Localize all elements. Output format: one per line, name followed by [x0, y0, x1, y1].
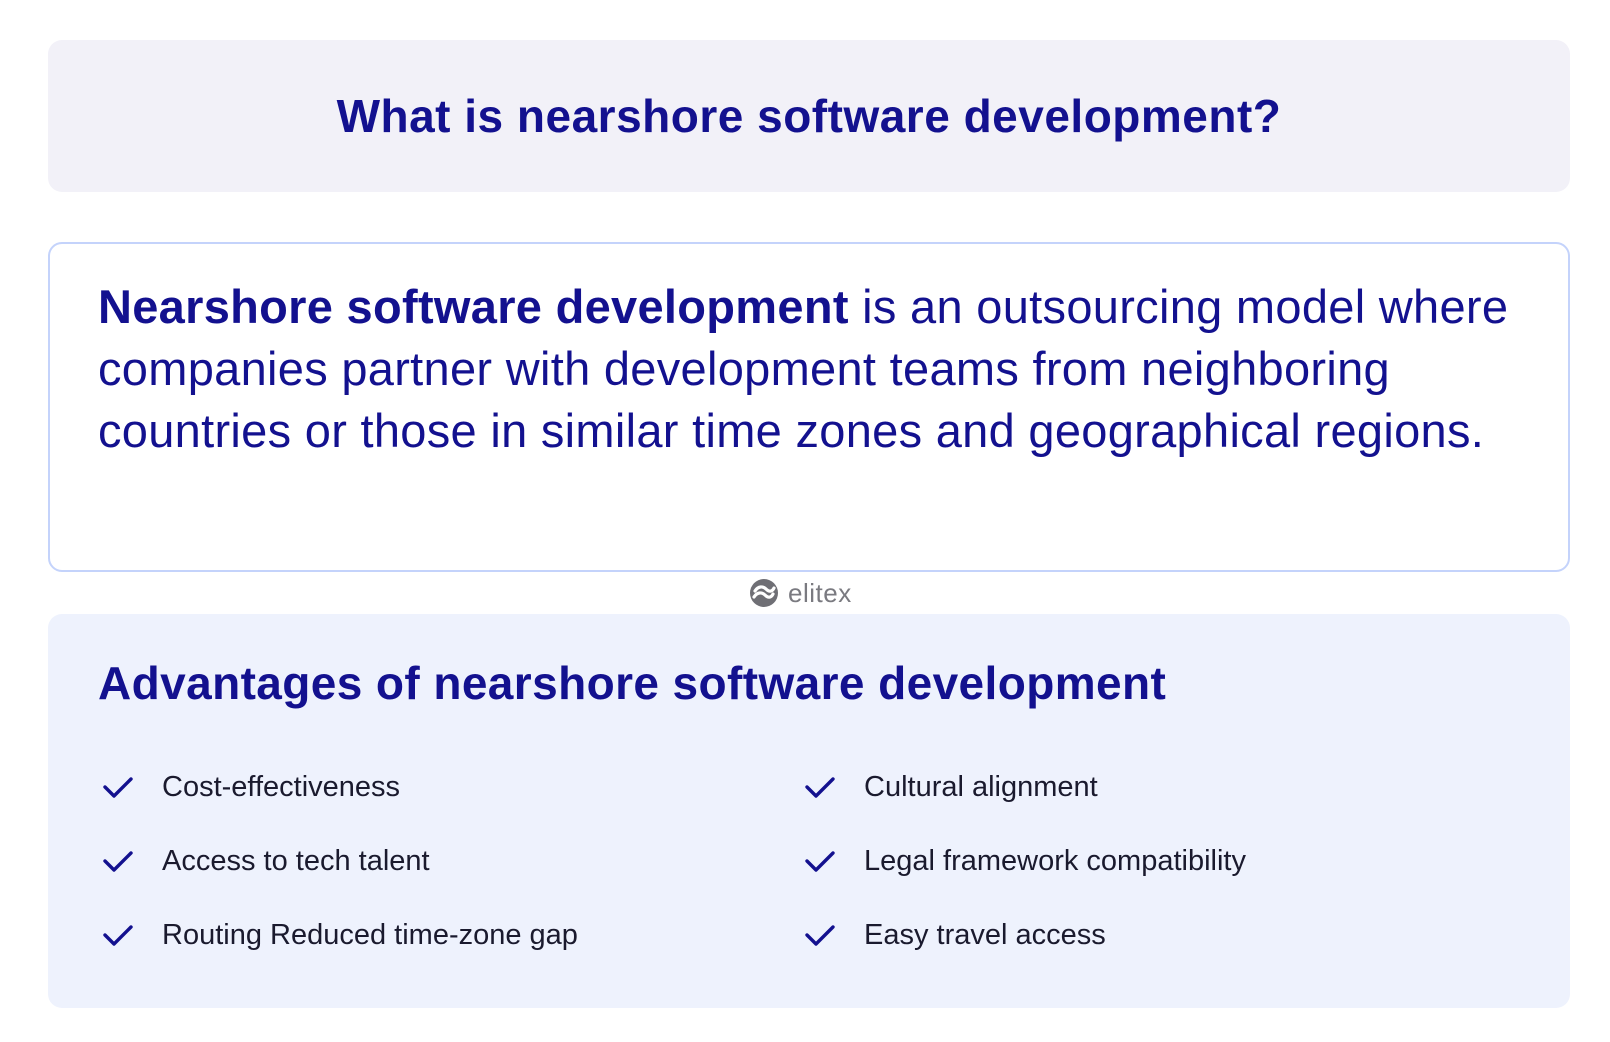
- definition-term: Nearshore software development: [98, 280, 849, 333]
- definition-card: Nearshore software development is an out…: [48, 242, 1570, 572]
- advantage-item: Access to tech talent: [100, 840, 802, 882]
- advantage-label: Access to tech talent: [162, 844, 430, 877]
- advantages-heading: Advantages of nearshore software develop…: [98, 657, 1167, 709]
- advantage-item: Easy travel access: [802, 914, 1530, 956]
- advantage-item: Cost-effectiveness: [100, 766, 802, 808]
- advantage-item: Cultural alignment: [802, 766, 1530, 808]
- page-title: What is nearshore software development?: [336, 90, 1282, 142]
- advantage-label: Cultural alignment: [864, 770, 1098, 803]
- checkmark-icon: [100, 769, 136, 805]
- advantages-card: Advantages of nearshore software develop…: [48, 614, 1570, 1008]
- advantages-list: Cost-effectiveness Cultural alignment Ac…: [100, 766, 1530, 956]
- elitex-logo-icon: [748, 577, 780, 609]
- checkmark-icon: [802, 917, 838, 953]
- advantage-item: Legal framework compatibility: [802, 840, 1530, 882]
- advantage-label: Legal framework compatibility: [864, 844, 1246, 877]
- brand-logo: elitex: [748, 576, 852, 610]
- advantage-label: Routing Reduced time-zone gap: [162, 918, 578, 951]
- checkmark-icon: [802, 843, 838, 879]
- advantage-label: Easy travel access: [864, 918, 1106, 951]
- checkmark-icon: [100, 917, 136, 953]
- brand-name: elitex: [788, 577, 852, 608]
- title-card: What is nearshore software development?: [48, 40, 1570, 192]
- checkmark-icon: [100, 843, 136, 879]
- checkmark-icon: [802, 769, 838, 805]
- advantage-label: Cost-effectiveness: [162, 770, 401, 803]
- definition-text: Nearshore software development is an out…: [98, 276, 1520, 462]
- advantage-item: Routing Reduced time-zone gap: [100, 914, 802, 956]
